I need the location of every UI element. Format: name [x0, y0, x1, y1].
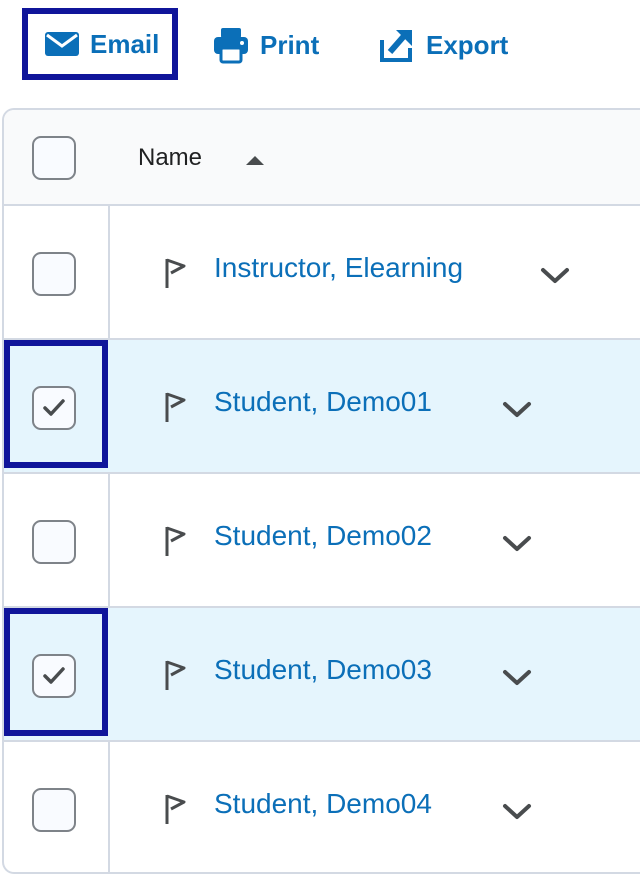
- name-column-header[interactable]: Name: [138, 144, 202, 172]
- table-row: Student, Demo02: [4, 474, 640, 608]
- table-header-row: Name: [4, 110, 640, 206]
- select-all-checkbox[interactable]: [32, 136, 76, 180]
- flag-icon[interactable]: [162, 390, 190, 429]
- sort-up-icon[interactable]: [244, 154, 266, 172]
- chevron-down-icon[interactable]: [502, 534, 532, 559]
- print-button-label: Print: [260, 29, 320, 60]
- student-name-link[interactable]: Student, Demo04: [214, 788, 432, 820]
- row-checkbox[interactable]: [32, 654, 76, 698]
- flag-icon[interactable]: [162, 524, 190, 563]
- export-icon: [378, 26, 416, 64]
- table-row: Student, Demo04: [4, 742, 640, 872]
- envelope-icon: [44, 31, 80, 57]
- table-row: Student, Demo01: [4, 340, 640, 474]
- chevron-down-icon[interactable]: [540, 266, 570, 291]
- student-name-link[interactable]: Student, Demo03: [214, 654, 432, 686]
- flag-icon[interactable]: [162, 792, 190, 831]
- row-checkbox[interactable]: [32, 788, 76, 832]
- student-name-link[interactable]: Instructor, Elearning: [214, 252, 463, 284]
- print-button[interactable]: Print: [212, 18, 319, 72]
- chevron-down-icon[interactable]: [502, 668, 532, 693]
- chevron-down-icon[interactable]: [502, 802, 532, 827]
- flag-icon[interactable]: [162, 658, 190, 697]
- email-button[interactable]: Email: [22, 8, 178, 80]
- row-checkbox[interactable]: [32, 520, 76, 564]
- export-button[interactable]: Export: [378, 18, 508, 72]
- email-button-label: Email: [90, 28, 160, 59]
- printer-icon: [212, 26, 250, 64]
- student-name-link[interactable]: Student, Demo01: [214, 386, 432, 418]
- student-name-link[interactable]: Student, Demo02: [214, 520, 432, 552]
- student-table: Name Instructor, Elearning Student, Demo…: [2, 108, 640, 874]
- toolbar: Email Print Export: [0, 0, 640, 100]
- row-checkbox[interactable]: [32, 386, 76, 430]
- chevron-down-icon[interactable]: [502, 400, 532, 425]
- row-checkbox[interactable]: [32, 252, 76, 296]
- table-row: Instructor, Elearning: [4, 206, 640, 340]
- table-row: Student, Demo03: [4, 608, 640, 742]
- export-button-label: Export: [426, 29, 509, 60]
- flag-icon[interactable]: [162, 256, 190, 295]
